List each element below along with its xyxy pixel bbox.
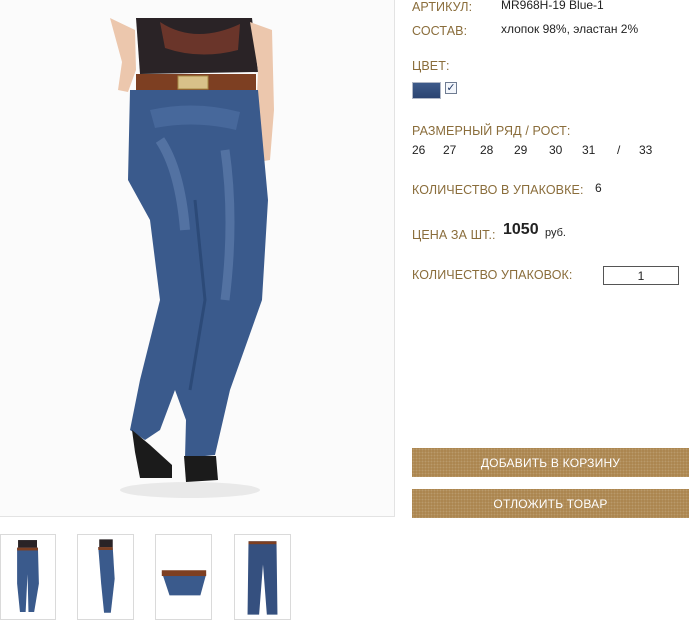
add-to-cart-button[interactable]: ДОБАВИТЬ В КОРЗИНУ <box>412 448 689 477</box>
quantity-label: КОЛИЧЕСТВО УПАКОВОК: <box>412 268 573 282</box>
price-label: ЦЕНА ЗА ШТ.: <box>412 228 496 242</box>
postpone-button[interactable]: ОТЛОЖИТЬ ТОВАР <box>412 489 689 518</box>
main-product-photo <box>0 0 395 517</box>
size-label: РАЗМЕРНЫЙ РЯД / РОСТ: <box>412 124 571 138</box>
price-currency: руб. <box>545 227 566 239</box>
size-item: 29 <box>514 143 528 157</box>
pack-row: КОЛИЧЕСТВО В УПАКОВКЕ: 6 <box>412 181 602 199</box>
size-item: 31 <box>582 143 596 157</box>
color-swatch[interactable] <box>412 82 441 99</box>
color-checkbox[interactable]: ✓ <box>445 82 457 94</box>
price-row: ЦЕНА ЗА ШТ.: 1050 руб. <box>412 221 566 244</box>
size-item: 33 <box>639 143 653 157</box>
pack-value: 6 <box>595 181 602 195</box>
size-item: 28 <box>480 143 494 157</box>
size-separator: / <box>617 143 621 157</box>
sku-label: АРТИКУЛ: <box>412 0 473 14</box>
size-item: 26 <box>412 143 426 157</box>
quantity-input[interactable] <box>603 266 679 285</box>
price-value: 1050 <box>503 221 539 238</box>
composition-value: хлопок 98%, эластан 2% <box>501 22 639 36</box>
sku-row: АРТИКУЛ: MR968H-19 Blue-1 <box>412 0 604 16</box>
composition-row: СОСТАВ: хлопок 98%, эластан 2% <box>412 22 638 40</box>
pack-label: КОЛИЧЕСТВО В УПАКОВКЕ: <box>412 183 584 197</box>
composition-label: СОСТАВ: <box>412 24 468 38</box>
size-item: 30 <box>549 143 563 157</box>
thumbnail-front-view[interactable] <box>0 534 56 620</box>
sku-value: MR968H-19 Blue-1 <box>501 0 604 12</box>
thumbnail-side-view[interactable] <box>77 534 134 620</box>
size-item: 27 <box>443 143 457 157</box>
thumbnail-flat-view[interactable] <box>234 534 291 620</box>
thumbnail-waist-detail[interactable] <box>155 534 212 620</box>
color-label: ЦВЕТ: <box>412 59 450 73</box>
